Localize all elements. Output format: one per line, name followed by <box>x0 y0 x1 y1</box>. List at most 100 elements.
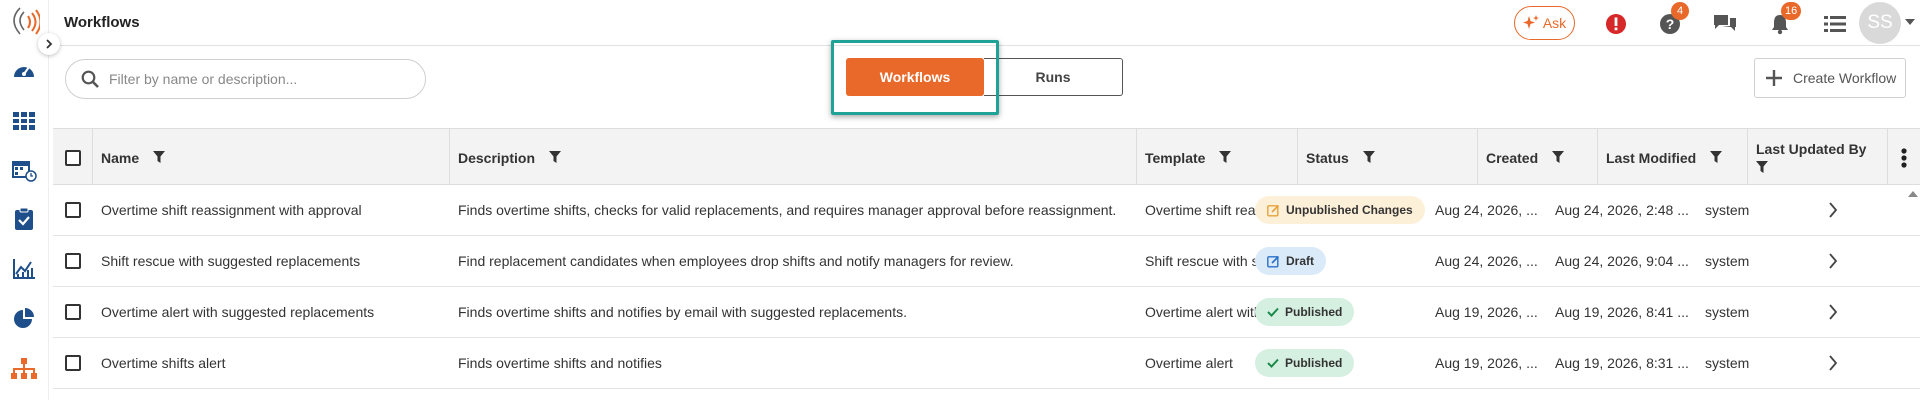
checkmark-icon <box>1267 358 1279 368</box>
cell-name: Shift rescue with suggested replacements <box>101 253 361 269</box>
column-header-last-modified[interactable]: Last Modified <box>1598 129 1748 186</box>
help-button[interactable]: ? 4 <box>1657 2 1689 37</box>
filter-icon[interactable] <box>153 151 166 164</box>
nav-workflows[interactable] <box>11 356 37 382</box>
cell-status: Published <box>1255 338 1435 388</box>
filter-icon[interactable] <box>1552 151 1565 164</box>
filter-icon[interactable] <box>1756 161 1768 174</box>
table-row[interactable]: Shift rescue with suggested replacements… <box>53 236 1920 287</box>
alert-icon <box>1606 14 1626 34</box>
select-all-checkbox[interactable] <box>64 149 81 166</box>
edit-note-icon <box>1267 255 1280 267</box>
pie-chart-icon <box>14 308 34 328</box>
brand-logo-icon[interactable] <box>10 4 40 44</box>
cell-status: Draft <box>1255 236 1435 286</box>
column-header-last-updated-by[interactable]: Last Updated By <box>1748 129 1888 186</box>
table-header: Name Description Template Status Created… <box>53 128 1920 186</box>
filter-icon[interactable] <box>1710 151 1723 164</box>
table-row[interactable]: Overtime shifts alert Finds overtime shi… <box>53 338 1920 389</box>
row-checkbox[interactable] <box>65 253 81 269</box>
cell-status: Published <box>1255 287 1435 337</box>
table-row[interactable]: Overtime shift reassignment with approva… <box>53 185 1920 236</box>
menu-list-button[interactable] <box>1822 11 1848 37</box>
row-checkbox-cell <box>65 338 85 388</box>
select-all-cell <box>53 129 93 186</box>
nav-analytics[interactable] <box>11 256 37 282</box>
column-label: Created <box>1486 149 1539 166</box>
cell-name: Overtime shift reassignment with approva… <box>101 202 362 218</box>
expand-nav-button[interactable] <box>38 33 60 55</box>
status-label: Unpublished Changes <box>1286 203 1413 217</box>
row-checkbox-cell <box>65 287 85 337</box>
nav-tasks[interactable] <box>11 206 37 232</box>
row-checkbox[interactable] <box>65 202 81 218</box>
filter-icon[interactable] <box>1362 151 1375 164</box>
table-row[interactable]: Overtime alert with suggested replacemen… <box>53 287 1920 338</box>
cell-description: Finds overtime shifts, checks for valid … <box>458 202 1117 218</box>
tab-focus-highlight <box>831 40 999 115</box>
filter-icon[interactable] <box>549 151 562 164</box>
column-header-name[interactable]: Name <box>93 129 450 186</box>
row-open-button[interactable] <box>1828 236 1838 286</box>
row-checkbox[interactable] <box>65 355 81 371</box>
chevron-right-icon <box>1829 304 1838 320</box>
create-workflow-button[interactable]: Create Workflow <box>1754 58 1906 98</box>
nav-grid[interactable] <box>11 108 37 134</box>
status-badge: Draft <box>1255 247 1327 275</box>
search-input[interactable] <box>109 71 409 87</box>
column-label: Template <box>1145 149 1206 166</box>
cell-created: Aug 19, 2026, ... <box>1435 304 1538 320</box>
row-checkbox[interactable] <box>65 304 81 320</box>
row-open-button[interactable] <box>1828 338 1838 388</box>
cell-last-modified: Aug 24, 2026, 2:48 ... <box>1555 202 1689 218</box>
cell-description: Finds overtime shifts and notifies by em… <box>458 304 907 320</box>
column-label: Name <box>101 149 140 166</box>
row-checkbox-cell <box>65 236 85 286</box>
column-header-description[interactable]: Description <box>450 129 1137 186</box>
chat-button[interactable] <box>1712 11 1738 37</box>
org-chart-icon <box>11 358 37 379</box>
line-chart-icon <box>13 259 35 279</box>
chevron-right-icon <box>1829 202 1838 218</box>
calendar-clock-icon <box>12 161 37 182</box>
status-badge: Published <box>1255 349 1355 377</box>
row-open-button[interactable] <box>1828 185 1838 235</box>
cell-created: Aug 19, 2026, ... <box>1435 355 1538 371</box>
user-avatar[interactable]: SS <box>1859 2 1901 44</box>
chat-icon <box>1714 15 1736 31</box>
row-open-button[interactable] <box>1828 287 1838 337</box>
cell-status: Unpublished Changes <box>1255 185 1435 235</box>
column-header-template[interactable]: Template <box>1137 129 1298 186</box>
notifications-button[interactable]: 16 <box>1767 2 1802 37</box>
cell-name: Overtime alert with suggested replacemen… <box>101 304 375 320</box>
nav-schedule[interactable] <box>11 157 37 183</box>
cell-last-modified: Aug 19, 2026, 8:31 ... <box>1555 355 1689 371</box>
chevron-right-icon <box>1829 253 1838 269</box>
caret-down-icon[interactable] <box>1905 17 1915 27</box>
cell-updated-by: system <box>1705 202 1750 218</box>
column-header-created[interactable]: Created <box>1478 129 1598 186</box>
cell-created: Aug 24, 2026, ... <box>1435 253 1538 269</box>
tab-runs[interactable]: Runs <box>984 58 1123 96</box>
scroll-up-arrow-icon[interactable] <box>1908 190 1918 198</box>
clipboard-check-icon <box>15 207 33 230</box>
status-label: Published <box>1285 305 1343 319</box>
column-label: Last Updated By <box>1756 141 1867 157</box>
column-header-status[interactable]: Status <box>1298 129 1478 186</box>
chevron-right-icon <box>46 39 53 49</box>
plus-icon <box>1766 70 1782 86</box>
search-field[interactable] <box>65 59 426 99</box>
gauge-icon <box>14 66 34 77</box>
create-workflow-label: Create Workflow <box>1793 70 1897 86</box>
filter-icon[interactable] <box>1219 151 1232 164</box>
cell-updated-by: system <box>1705 304 1750 320</box>
cell-updated-by: system <box>1705 253 1750 269</box>
ask-button[interactable]: Ask <box>1514 6 1575 40</box>
more-vertical-icon[interactable] <box>1901 147 1907 168</box>
alert-button[interactable] <box>1603 11 1629 37</box>
ask-label: Ask <box>1542 15 1567 31</box>
status-badge: Unpublished Changes <box>1255 196 1425 224</box>
help-badge: 4 <box>1671 2 1689 20</box>
nav-reports[interactable] <box>11 306 37 332</box>
nav-dashboard[interactable] <box>11 57 37 83</box>
